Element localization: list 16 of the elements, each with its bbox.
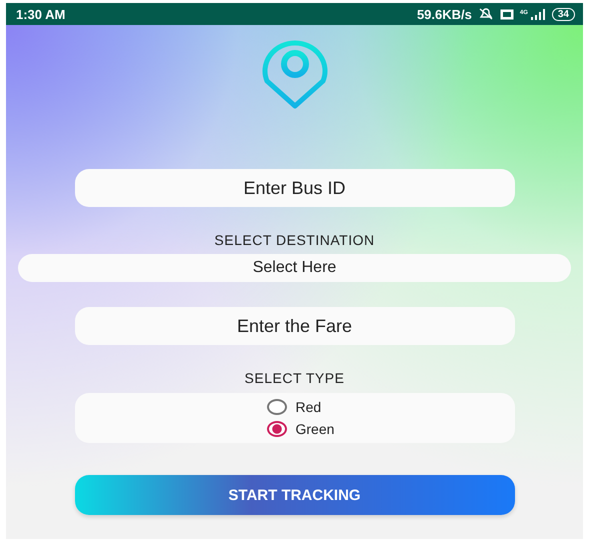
bus-id-field[interactable]: Enter Bus ID — [74, 169, 514, 207]
network-speed: 59.6KB/s — [416, 6, 472, 22]
battery-level: 34 — [552, 8, 575, 20]
radio-button[interactable] — [266, 399, 286, 415]
clock-time: 1:30 AM — [16, 6, 66, 22]
radio-button[interactable] — [266, 421, 286, 437]
start-tracking-button[interactable]: START TRACKING — [74, 475, 514, 515]
fare-field[interactable]: Enter the Fare — [74, 307, 514, 345]
message-icon — [500, 8, 514, 20]
destination-label: SELECT DESTINATION — [214, 232, 375, 248]
alarm-off-icon — [478, 8, 494, 20]
destination-dropdown[interactable]: Select Here — [18, 254, 571, 282]
type-label: SELECT TYPE — [244, 370, 344, 386]
radio-label[interactable]: Red — [296, 399, 322, 415]
radio-label[interactable]: Green — [296, 421, 334, 437]
signal-icon — [530, 8, 546, 20]
